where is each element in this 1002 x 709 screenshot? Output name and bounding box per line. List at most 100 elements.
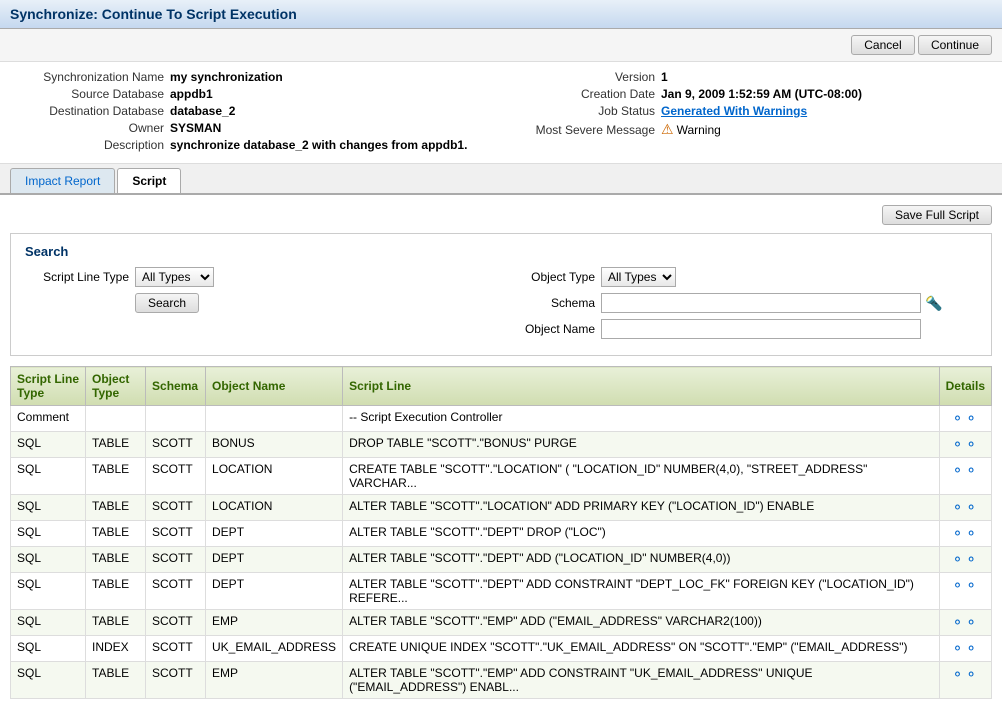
cell-object_name: UK_EMAIL_ADDRESS bbox=[206, 636, 343, 662]
cell-schema bbox=[146, 406, 206, 432]
job-status-row: Job Status Generated With Warnings bbox=[501, 104, 992, 118]
owner-row: Owner SYSMAN bbox=[10, 121, 501, 135]
cell-object_type: TABLE bbox=[86, 495, 146, 521]
cell-script_line_type: SQL bbox=[11, 636, 86, 662]
object-type-select[interactable]: All Types TABLE INDEX VIEW bbox=[601, 267, 676, 287]
cell-object_name: DEPT bbox=[206, 547, 343, 573]
dest-db-value: database_2 bbox=[170, 104, 235, 118]
cancel-button[interactable]: Cancel bbox=[851, 35, 914, 55]
version-value: 1 bbox=[661, 70, 668, 84]
page-title: Synchronize: Continue To Script Executio… bbox=[0, 0, 1002, 29]
cell-details: ⚬⚬ bbox=[939, 610, 991, 636]
cell-object_name bbox=[206, 406, 343, 432]
detail-link[interactable]: ⚬⚬ bbox=[952, 614, 979, 630]
detail-link[interactable]: ⚬⚬ bbox=[952, 640, 979, 656]
cell-object_name: LOCATION bbox=[206, 495, 343, 521]
cell-object_name: EMP bbox=[206, 662, 343, 699]
owner-label: Owner bbox=[10, 121, 170, 135]
search-button[interactable]: Search bbox=[135, 293, 199, 313]
top-actions-bar: Cancel Continue bbox=[0, 29, 1002, 62]
cell-script_line: ALTER TABLE "SCOTT"."DEPT" DROP ("LOC") bbox=[343, 521, 940, 547]
object-name-input[interactable] bbox=[601, 319, 921, 339]
cell-script_line: ALTER TABLE "SCOTT"."DEPT" ADD ("LOCATIO… bbox=[343, 547, 940, 573]
col-header-schema: Schema bbox=[146, 367, 206, 406]
source-db-value: appdb1 bbox=[170, 87, 213, 101]
table-row: SQLTABLESCOTTLOCATIONALTER TABLE "SCOTT"… bbox=[11, 495, 992, 521]
table-row: SQLTABLESCOTTEMPALTER TABLE "SCOTT"."EMP… bbox=[11, 662, 992, 699]
detail-link[interactable]: ⚬⚬ bbox=[952, 666, 979, 682]
cell-details: ⚬⚬ bbox=[939, 458, 991, 495]
warning-text: Warning bbox=[677, 123, 721, 137]
cell-object_type: TABLE bbox=[86, 521, 146, 547]
detail-link[interactable]: ⚬⚬ bbox=[952, 577, 979, 593]
warning-triangle-icon: ⚠ bbox=[661, 121, 674, 138]
cell-object_name: BONUS bbox=[206, 432, 343, 458]
cell-details: ⚬⚬ bbox=[939, 573, 991, 610]
cell-script_line_type: SQL bbox=[11, 662, 86, 699]
info-right: Version 1 Creation Date Jan 9, 2009 1:52… bbox=[501, 70, 992, 155]
script-line-type-label: Script Line Type bbox=[25, 270, 135, 284]
flashlight-icon[interactable]: 🔦 bbox=[925, 295, 942, 312]
cell-details: ⚬⚬ bbox=[939, 406, 991, 432]
cell-schema: SCOTT bbox=[146, 662, 206, 699]
schema-row: Schema 🔦 bbox=[511, 293, 977, 313]
search-button-row: Search bbox=[25, 293, 491, 313]
save-full-script-button[interactable]: Save Full Script bbox=[882, 205, 992, 225]
table-row: SQLINDEXSCOTTUK_EMAIL_ADDRESSCREATE UNIQ… bbox=[11, 636, 992, 662]
col-header-script-line: Script Line bbox=[343, 367, 940, 406]
description-value: synchronize database_2 with changes from… bbox=[170, 138, 467, 152]
cell-schema: SCOTT bbox=[146, 610, 206, 636]
owner-value: SYSMAN bbox=[170, 121, 221, 135]
cell-object_type: TABLE bbox=[86, 573, 146, 610]
schema-input-group: 🔦 bbox=[601, 293, 942, 313]
detail-link[interactable]: ⚬⚬ bbox=[952, 436, 979, 452]
table-row: SQLTABLESCOTTDEPTALTER TABLE "SCOTT"."DE… bbox=[11, 547, 992, 573]
schema-input[interactable] bbox=[601, 293, 921, 313]
detail-link[interactable]: ⚬⚬ bbox=[952, 499, 979, 515]
object-name-label: Object Name bbox=[511, 322, 601, 336]
tab-impact-report[interactable]: Impact Report bbox=[10, 168, 115, 193]
sync-name-value: my synchronization bbox=[170, 70, 283, 84]
cell-object_name: DEPT bbox=[206, 521, 343, 547]
most-severe-value: ⚠ Warning bbox=[661, 121, 721, 138]
cell-script_line: CREATE TABLE "SCOTT"."LOCATION" ( "LOCAT… bbox=[343, 458, 940, 495]
table-row: SQLTABLESCOTTDEPTALTER TABLE "SCOTT"."DE… bbox=[11, 521, 992, 547]
col-header-script-line-type: Script LineType bbox=[11, 367, 86, 406]
cell-schema: SCOTT bbox=[146, 495, 206, 521]
cell-script_line_type: SQL bbox=[11, 458, 86, 495]
sync-name-label: Synchronization Name bbox=[10, 70, 170, 84]
col-header-details: Details bbox=[939, 367, 991, 406]
cell-details: ⚬⚬ bbox=[939, 662, 991, 699]
detail-link[interactable]: ⚬⚬ bbox=[952, 525, 979, 541]
cell-details: ⚬⚬ bbox=[939, 521, 991, 547]
continue-button[interactable]: Continue bbox=[918, 35, 992, 55]
search-right-fields: Object Type All Types TABLE INDEX VIEW S… bbox=[511, 267, 977, 345]
cell-script_line: ALTER TABLE "SCOTT"."EMP" ADD CONSTRAINT… bbox=[343, 662, 940, 699]
script-line-type-select[interactable]: All Types SQL Comment bbox=[135, 267, 214, 287]
cell-details: ⚬⚬ bbox=[939, 547, 991, 573]
most-severe-label: Most Severe Message bbox=[501, 123, 661, 137]
detail-link[interactable]: ⚬⚬ bbox=[952, 462, 979, 478]
source-db-label: Source Database bbox=[10, 87, 170, 101]
cell-script_line: ALTER TABLE "SCOTT"."LOCATION" ADD PRIMA… bbox=[343, 495, 940, 521]
detail-link[interactable]: ⚬⚬ bbox=[952, 551, 979, 567]
cell-object_name: DEPT bbox=[206, 573, 343, 610]
cell-schema: SCOTT bbox=[146, 636, 206, 662]
version-row: Version 1 bbox=[501, 70, 992, 84]
detail-link[interactable]: ⚬⚬ bbox=[952, 410, 979, 426]
script-line-type-row: Script Line Type All Types SQL Comment bbox=[25, 267, 491, 287]
info-section: Synchronization Name my synchronization … bbox=[0, 62, 1002, 164]
col-header-object-name: Object Name bbox=[206, 367, 343, 406]
cell-object_name: EMP bbox=[206, 610, 343, 636]
cell-object_type: TABLE bbox=[86, 458, 146, 495]
job-status-value[interactable]: Generated With Warnings bbox=[661, 104, 807, 118]
table-row: SQLTABLESCOTTBONUSDROP TABLE "SCOTT"."BO… bbox=[11, 432, 992, 458]
cell-object_name: LOCATION bbox=[206, 458, 343, 495]
search-section: Search Script Line Type All Types SQL Co… bbox=[10, 233, 992, 356]
cell-schema: SCOTT bbox=[146, 432, 206, 458]
object-type-label: Object Type bbox=[511, 270, 601, 284]
info-left: Synchronization Name my synchronization … bbox=[10, 70, 501, 155]
cell-script_line_type: SQL bbox=[11, 547, 86, 573]
cell-details: ⚬⚬ bbox=[939, 495, 991, 521]
tab-script[interactable]: Script bbox=[117, 168, 181, 193]
